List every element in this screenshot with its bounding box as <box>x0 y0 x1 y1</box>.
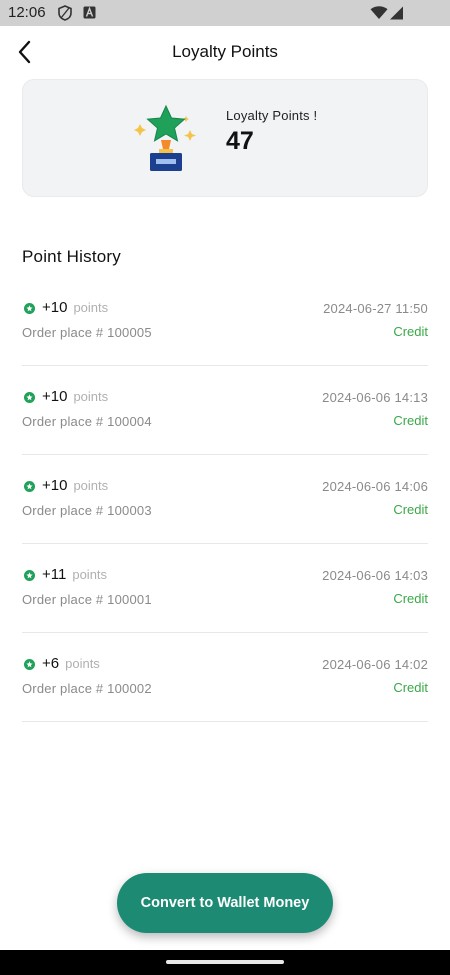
points-unit: points <box>73 300 109 315</box>
points-amount: +10 points <box>42 388 109 405</box>
history-row: +10 points Order place # 100005 2024-06-2… <box>22 277 428 366</box>
home-gesture-handle[interactable] <box>166 960 284 964</box>
transaction-date: 2024-06-06 14:02 <box>322 657 428 672</box>
shield-icon <box>58 5 72 21</box>
points-amount: +11 points <box>42 566 108 583</box>
points-unit: points <box>72 567 108 582</box>
app-bar: Loyalty Points <box>0 26 450 80</box>
points-amount: +10 points <box>42 299 109 316</box>
credit-points-icon <box>24 303 35 314</box>
credit-points-icon <box>24 392 35 403</box>
a-badge-icon <box>83 6 96 19</box>
section-title: Point History <box>22 247 121 266</box>
points-amount: +6 points <box>42 655 100 672</box>
status-time: 12:06 <box>8 4 46 21</box>
transaction-type: Credit <box>393 502 428 517</box>
history-row: +10 points Order place # 100004 2024-06-0… <box>22 366 428 455</box>
transaction-date: 2024-06-06 14:03 <box>322 568 428 583</box>
points-unit: points <box>73 389 109 404</box>
system-navigation-bar <box>0 950 450 975</box>
points-amount: +10 points <box>42 477 109 494</box>
credit-points-icon <box>24 570 35 581</box>
transaction-date: 2024-06-06 14:06 <box>322 479 428 494</box>
order-reference: Order place # 100001 <box>22 592 152 607</box>
points-unit: points <box>65 656 100 671</box>
order-reference: Order place # 100005 <box>22 325 152 340</box>
history-row: +10 points Order place # 100003 2024-06-0… <box>22 455 428 544</box>
points-value: 47 <box>226 127 254 155</box>
transaction-type: Credit <box>393 680 428 695</box>
transaction-date: 2024-06-06 14:13 <box>322 390 428 405</box>
order-reference: Order place # 100002 <box>22 681 152 696</box>
credit-points-icon <box>24 659 35 670</box>
loyalty-points-card: Loyalty Points ! 47 <box>22 79 428 197</box>
history-row: +6 points Order place # 100002 2024-06-06… <box>22 633 428 722</box>
convert-to-wallet-button[interactable]: Convert to Wallet Money <box>117 873 333 933</box>
credit-points-icon <box>24 481 35 492</box>
status-bar: 12:06 <box>0 0 450 26</box>
transaction-type: Credit <box>393 413 428 428</box>
wifi-icon <box>370 6 388 19</box>
transaction-type: Credit <box>393 324 428 339</box>
point-history-list: +10 points Order place # 100005 2024-06-2… <box>22 277 428 722</box>
points-unit: points <box>73 478 109 493</box>
order-reference: Order place # 100004 <box>22 414 152 429</box>
trophy-star-icon <box>134 104 196 171</box>
signal-icon <box>390 6 403 20</box>
transaction-date: 2024-06-27 11:50 <box>323 301 428 316</box>
order-reference: Order place # 100003 <box>22 503 152 518</box>
transaction-type: Credit <box>393 591 428 606</box>
points-label: Loyalty Points ! <box>226 108 318 123</box>
history-row: +11 points Order place # 100001 2024-06-0… <box>22 544 428 633</box>
page-title: Loyalty Points <box>172 42 278 61</box>
